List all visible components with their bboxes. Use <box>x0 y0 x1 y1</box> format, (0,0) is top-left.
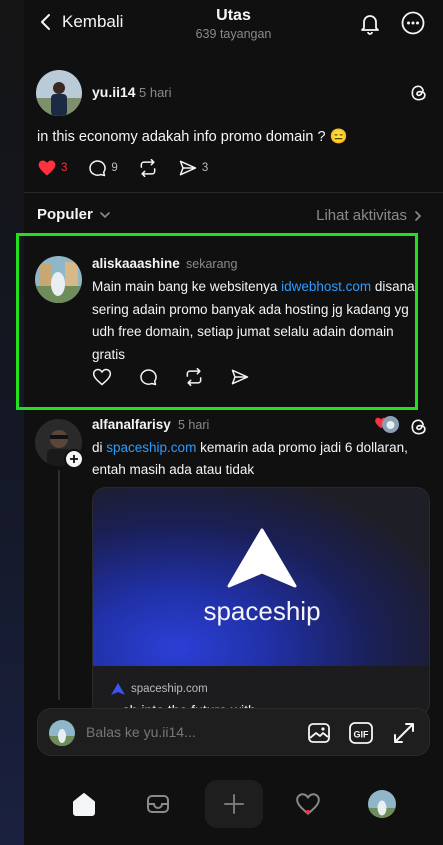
nav-home[interactable] <box>60 780 108 828</box>
plus-icon <box>224 794 244 814</box>
spaceship-logo-icon <box>111 683 125 695</box>
svg-text:GIF: GIF <box>354 730 370 740</box>
reply-username[interactable]: alfanalfarisy <box>92 417 171 432</box>
like-button[interactable] <box>92 367 112 387</box>
chevron-right-icon <box>415 210 422 221</box>
send-icon <box>231 369 249 385</box>
threads-logo-icon <box>411 419 426 435</box>
comment-count: 9 <box>111 162 118 174</box>
threads-logo-icon <box>411 85 426 101</box>
comment-button[interactable] <box>138 367 158 387</box>
avatar <box>368 790 396 818</box>
send-icon <box>179 160 197 176</box>
left-edge-background <box>0 0 24 845</box>
link-preview-image: spaceship <box>93 488 429 666</box>
comment-icon <box>140 369 157 386</box>
image-icon[interactable] <box>307 721 331 745</box>
header: Kembali Utas 639 tayangan <box>24 0 443 50</box>
view-activity-link[interactable]: Lihat aktivitas <box>316 207 423 224</box>
share-count: 3 <box>201 162 209 174</box>
repost-button[interactable] <box>138 158 158 178</box>
post-username[interactable]: yu.ii14 <box>92 84 136 100</box>
expand-icon[interactable] <box>392 721 416 745</box>
avatar <box>382 416 399 433</box>
reply-text: Main main bang ke websitenya idwebhost.c… <box>92 276 422 366</box>
nav-activity[interactable] <box>284 780 332 828</box>
reply-input[interactable]: Balas ke yu.ii14... GIF <box>37 708 430 756</box>
post-text: in this economy adakah info promo domain… <box>37 129 348 145</box>
plus-icon <box>70 455 78 463</box>
heart-icon <box>38 160 56 176</box>
comment-icon <box>89 160 107 177</box>
repost-icon <box>186 367 202 387</box>
reply-actions <box>92 367 270 387</box>
comment-button[interactable]: 9 <box>87 158 118 178</box>
sort-label: Populer <box>37 206 93 223</box>
bottom-nav <box>24 762 443 845</box>
home-icon <box>73 793 95 816</box>
thread-panel: Kembali Utas 639 tayangan yu.ii14 5 hari… <box>16 0 443 845</box>
repost-button[interactable] <box>184 367 204 387</box>
reply-text: di spaceship.com kemarin ada promo jadi … <box>92 437 412 480</box>
view-activity-label: Lihat aktivitas <box>316 207 407 224</box>
reply-time: 5 hari <box>178 418 210 432</box>
reply-username[interactable]: aliskaaashine <box>92 256 180 271</box>
inbox-icon <box>147 795 169 813</box>
activity-notification-dot <box>306 810 310 814</box>
spaceship-logo-icon <box>227 528 297 588</box>
nav-inbox[interactable] <box>134 780 182 828</box>
chevron-down-icon <box>100 211 110 218</box>
avatar <box>49 720 75 746</box>
link-preview-card[interactable]: spaceship spaceship.com ...sh into the f… <box>92 487 430 717</box>
reply-placeholder: Balas ke yu.ii14... <box>86 724 196 740</box>
reply-text-start: Main main bang ke websitenya <box>92 279 282 294</box>
share-button[interactable]: 3 <box>178 158 208 178</box>
link-preview-domain-row: spaceship.com <box>111 683 208 695</box>
link-preview-domain: spaceship.com <box>131 683 208 695</box>
post-time: 5 hari <box>139 85 172 100</box>
thread-line <box>58 470 60 700</box>
avatar[interactable] <box>36 70 82 116</box>
nav-profile[interactable] <box>358 780 406 828</box>
post-actions: 3 9 3 <box>37 158 228 178</box>
link-preview-brand: spaceship <box>203 596 321 626</box>
like-button[interactable]: 3 <box>37 158 67 178</box>
sort-dropdown[interactable]: Populer <box>37 206 111 223</box>
follow-button[interactable] <box>64 449 84 469</box>
reply-link[interactable]: spaceship.com <box>106 440 196 455</box>
bell-icon[interactable] <box>358 11 382 35</box>
reply-text-start: di <box>92 440 107 455</box>
avatar[interactable] <box>35 256 82 303</box>
more-icon[interactable] <box>401 11 425 35</box>
heart-icon <box>92 368 112 386</box>
nav-create[interactable] <box>205 780 263 828</box>
repost-icon <box>140 158 156 178</box>
like-count: 3 <box>61 162 68 174</box>
reply-link[interactable]: idwebhost.com <box>281 279 371 294</box>
reply-time: sekarang <box>186 257 238 271</box>
gif-icon[interactable]: GIF <box>348 720 374 746</box>
divider <box>24 192 443 193</box>
share-button[interactable] <box>230 367 250 387</box>
